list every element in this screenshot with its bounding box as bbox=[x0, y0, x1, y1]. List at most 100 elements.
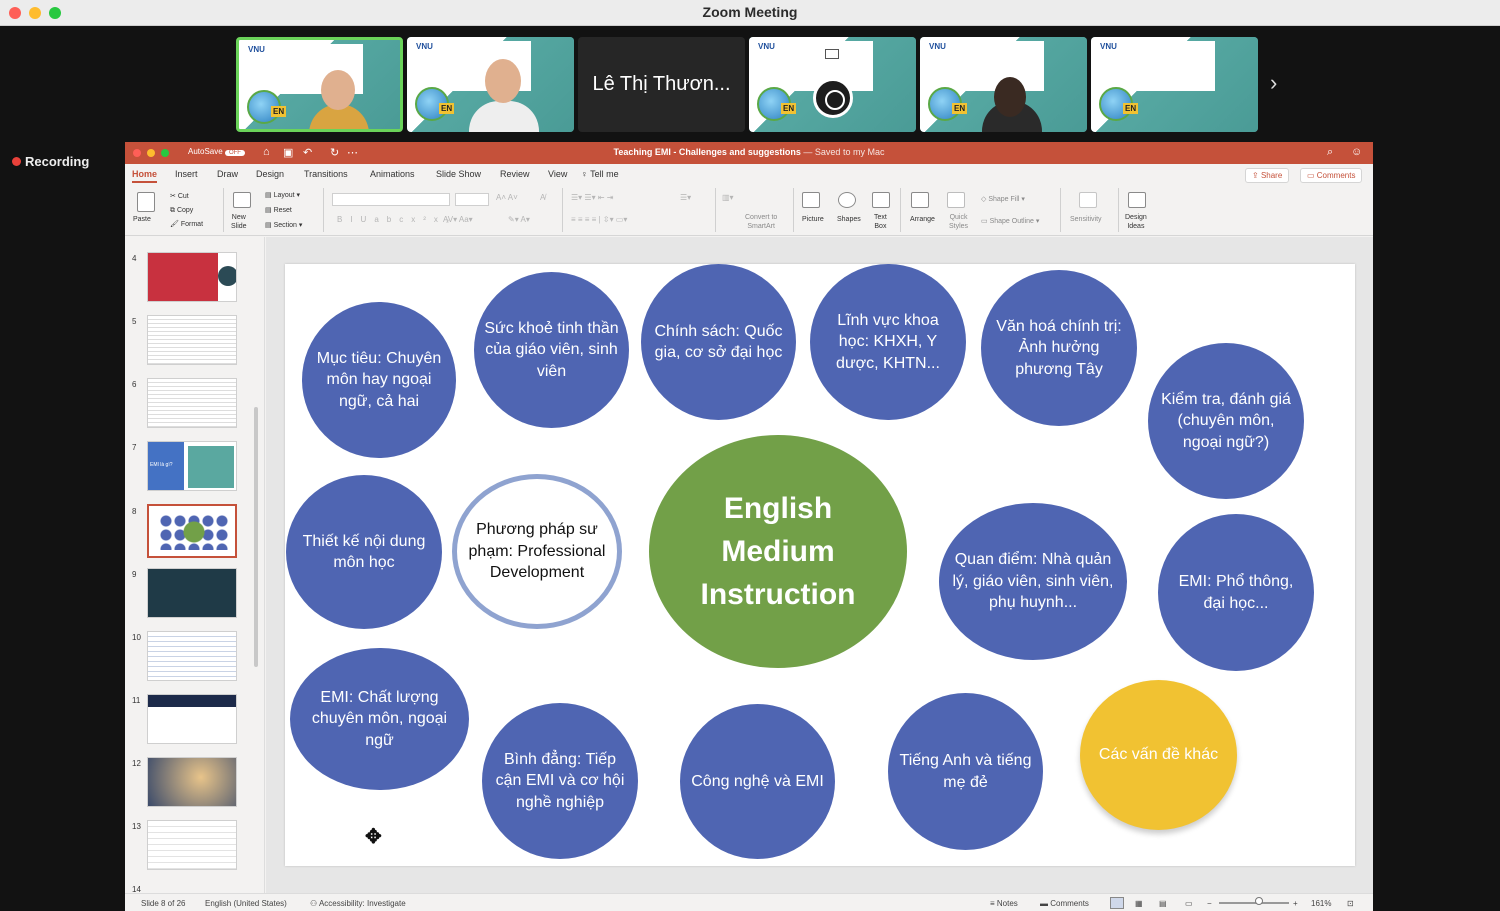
slide-thumbnail[interactable] bbox=[147, 820, 237, 870]
quick-styles-icon[interactable] bbox=[947, 192, 965, 208]
search-icon[interactable]: ⌕ bbox=[1327, 146, 1333, 159]
participant-tile[interactable]: VNU EN bbox=[236, 37, 403, 132]
topic-bubble[interactable]: Kiểm tra, đánh giá (chuyên môn, ngoại ng… bbox=[1148, 343, 1304, 499]
language-indicator[interactable]: English (United States) bbox=[205, 899, 287, 908]
picture-button[interactable]: Picture bbox=[802, 215, 824, 224]
tab-slide-show[interactable]: Slide Show bbox=[436, 169, 481, 179]
section-button[interactable]: ▤ Section ▾ bbox=[265, 221, 302, 230]
share-button[interactable]: ⇪ Share bbox=[1245, 168, 1290, 183]
new-slide-button[interactable]: New Slide bbox=[231, 213, 247, 231]
tab-insert[interactable]: Insert bbox=[175, 169, 198, 179]
zoom-in-icon[interactable]: + bbox=[1293, 899, 1298, 908]
slide-thumbnail[interactable] bbox=[147, 631, 237, 681]
sensitivity-icon[interactable] bbox=[1079, 192, 1097, 208]
accessibility-checker[interactable]: ⚇ Accessibility: Investigate bbox=[310, 899, 406, 908]
quick-styles-button[interactable]: Quick Styles bbox=[949, 213, 968, 231]
central-topic[interactable]: English Medium Instruction bbox=[649, 435, 907, 668]
zoom-level[interactable]: 161% bbox=[1311, 899, 1331, 908]
topic-bubble[interactable]: Thiết kế nội dung môn học bbox=[286, 475, 442, 629]
font-size-select[interactable] bbox=[455, 193, 489, 206]
sensitivity-button[interactable]: Sensitivity bbox=[1070, 215, 1102, 224]
text-box-icon[interactable] bbox=[872, 192, 890, 208]
topic-bubble[interactable]: Bình đẳng: Tiếp cận EMI và cơ hội nghề n… bbox=[482, 703, 638, 859]
slide-thumbnail[interactable] bbox=[147, 315, 237, 365]
slide-sorter-icon[interactable]: ▦ bbox=[1135, 899, 1143, 908]
paste-button[interactable]: Paste bbox=[133, 215, 151, 224]
reset-button[interactable]: ▤ Reset bbox=[265, 206, 292, 215]
tab-view[interactable]: View bbox=[548, 169, 567, 179]
layout-button[interactable]: ▤ Layout ▾ bbox=[265, 191, 300, 200]
zoom-slider[interactable] bbox=[1219, 902, 1289, 904]
slide-canvas[interactable]: Mục tiêu: Chuyên môn hay ngoại ngữ, cả h… bbox=[285, 264, 1355, 866]
slide-thumbnail[interactable] bbox=[147, 568, 237, 618]
topic-bubble[interactable]: Sức khoẻ tinh thần của giáo viên, sinh v… bbox=[474, 272, 629, 428]
topic-bubble[interactable]: EMI: Chất lượng chuyên môn, ngoại ngữ bbox=[290, 648, 469, 790]
design-ideas-icon[interactable] bbox=[1128, 192, 1146, 208]
cut-button[interactable]: ✂ Cut bbox=[170, 192, 189, 201]
new-slide-icon[interactable] bbox=[233, 192, 251, 208]
tab-home[interactable]: Home bbox=[132, 169, 158, 183]
topic-bubble[interactable]: Quan điểm: Nhà quản lý, giáo viên, sinh … bbox=[939, 503, 1127, 660]
shapes-icon[interactable] bbox=[838, 192, 856, 208]
slideshow-icon[interactable]: ▭ bbox=[1185, 899, 1193, 908]
columns-icon[interactable]: ▥▾ bbox=[722, 193, 734, 202]
line-spacing-icon[interactable]: ☰▾ bbox=[680, 193, 691, 202]
copy-button[interactable]: ⧉ Copy bbox=[170, 206, 193, 215]
zoom-slider-thumb[interactable] bbox=[1255, 897, 1263, 905]
arrange-icon[interactable] bbox=[911, 192, 929, 208]
topic-bubble[interactable]: Công nghệ và EMI bbox=[680, 704, 835, 859]
tab-animations[interactable]: Animations bbox=[370, 169, 415, 179]
participant-tile[interactable]: Lê Thị Thươn... bbox=[578, 37, 745, 132]
comments-button[interactable]: ▭ Comments bbox=[1300, 168, 1363, 183]
participant-tile[interactable]: VNU EN bbox=[920, 37, 1087, 132]
thumbnail-scrollbar[interactable] bbox=[254, 407, 258, 667]
slide-thumbnail[interactable] bbox=[147, 252, 237, 302]
font-size-controls[interactable]: A˄ A˅ bbox=[496, 193, 518, 202]
feedback-icon[interactable]: ☺ bbox=[1351, 146, 1362, 158]
topic-bubble[interactable]: Chính sách: Quốc gia, cơ sở đại học bbox=[641, 264, 796, 420]
normal-view-icon[interactable] bbox=[1110, 897, 1124, 909]
slide-thumbnail[interactable] bbox=[147, 694, 237, 744]
shapes-button[interactable]: Shapes bbox=[837, 215, 861, 224]
notes-button[interactable]: ≡ Notes bbox=[990, 899, 1018, 908]
convert-smartart-button[interactable]: Convert to SmartArt bbox=[745, 213, 777, 231]
slide-thumbnail[interactable]: EMI là gì? bbox=[147, 441, 237, 491]
topic-bubble-highlighted[interactable]: Phương pháp sư phạm: Professional Develo… bbox=[452, 474, 622, 629]
tab-transitions[interactable]: Transitions bbox=[304, 169, 348, 179]
slide-thumbnail[interactable] bbox=[147, 757, 237, 807]
tab-review[interactable]: Review bbox=[500, 169, 530, 179]
tell-me[interactable]: ♀ Tell me bbox=[581, 169, 619, 179]
topic-bubble[interactable]: Lĩnh vực khoa học: KHXH, Y dược, KHTN... bbox=[810, 264, 966, 420]
tab-draw[interactable]: Draw bbox=[217, 169, 238, 179]
topic-bubble-other[interactable]: Các vấn đề khác bbox=[1080, 680, 1237, 830]
slide-thumbnail[interactable] bbox=[147, 378, 237, 428]
participant-tile[interactable]: VNU EN bbox=[1091, 37, 1258, 132]
char-spacing-icon[interactable]: AV▾ Aa▾ bbox=[443, 215, 473, 224]
zoom-out-icon[interactable]: − bbox=[1207, 899, 1212, 908]
bullets-icon[interactable]: ☰▾ ☰▾ ⇤ ⇥ bbox=[571, 193, 613, 202]
design-ideas-button[interactable]: Design Ideas bbox=[1125, 213, 1147, 231]
paste-icon[interactable] bbox=[137, 192, 155, 212]
topic-bubble[interactable]: EMI: Phổ thông, đại học... bbox=[1158, 514, 1314, 671]
picture-icon[interactable] bbox=[802, 192, 820, 208]
fit-slide-icon[interactable]: ⊡ bbox=[1347, 899, 1354, 908]
clear-format-icon[interactable]: A̸ bbox=[540, 193, 545, 202]
next-page-icon[interactable]: › bbox=[1270, 70, 1277, 96]
format-painter-button[interactable]: 🖌 Format bbox=[170, 220, 203, 229]
topic-bubble[interactable]: Tiếng Anh và tiếng mẹ đẻ bbox=[888, 693, 1043, 850]
shape-fill-button[interactable]: ◇ Shape Fill ▾ bbox=[981, 195, 1025, 204]
topic-bubble[interactable]: Mục tiêu: Chuyên môn hay ngoại ngữ, cả h… bbox=[302, 302, 456, 458]
slide-thumbnail-selected[interactable] bbox=[147, 504, 237, 558]
topic-bubble[interactable]: Văn hoá chính trị: Ảnh hưởng phương Tây bbox=[981, 270, 1137, 426]
comments-status-button[interactable]: ▬ Comments bbox=[1040, 899, 1089, 908]
font-name-select[interactable] bbox=[332, 193, 450, 206]
participant-tile[interactable]: VNU EN bbox=[407, 37, 574, 132]
participant-tile[interactable]: VNU EN bbox=[749, 37, 916, 132]
reading-view-icon[interactable]: ▤ bbox=[1159, 899, 1167, 908]
arrange-button[interactable]: Arrange bbox=[910, 215, 935, 224]
text-format-buttons[interactable]: BIUabcx²x₂ bbox=[337, 215, 457, 224]
text-box-button[interactable]: Text Box bbox=[874, 213, 887, 231]
tab-design[interactable]: Design bbox=[256, 169, 284, 179]
align-icons[interactable]: ≡ ≡ ≡ ≡ | ⇳▾ ▭▾ bbox=[571, 215, 627, 224]
font-color-icon[interactable]: ✎▾ A▾ bbox=[508, 215, 530, 224]
